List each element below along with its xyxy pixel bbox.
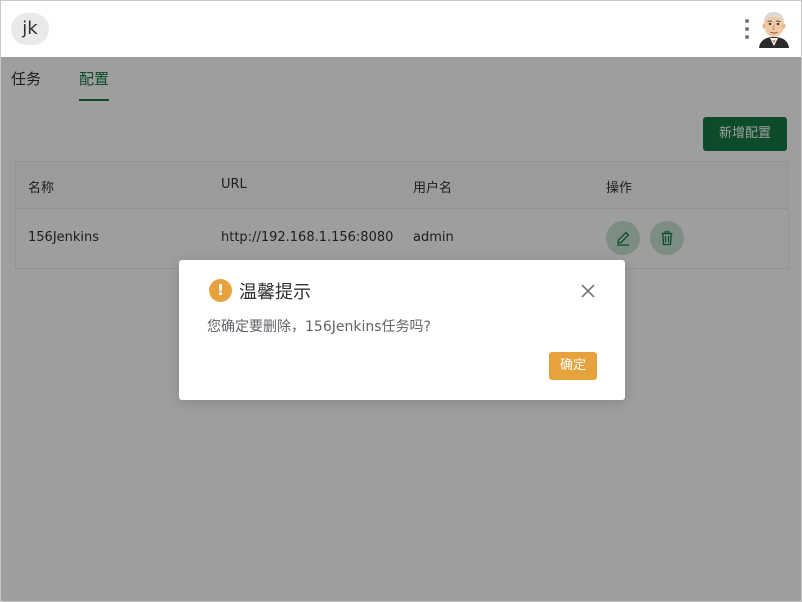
app-window: jk 任务 配置 新增配置 名称 URL 用户名 操作 156Jenkins h… (0, 0, 802, 602)
top-header: jk (1, 1, 801, 57)
app-logo[interactable]: jk (11, 13, 49, 45)
dialog-message: 您确定要删除，156Jenkins任务吗? (207, 319, 431, 335)
vertical-ellipsis-icon[interactable] (743, 17, 751, 43)
close-icon[interactable] (579, 282, 597, 300)
dialog-title: 温馨提示 (239, 282, 311, 303)
avatar[interactable] (755, 10, 793, 48)
jenkins-avatar-icon (759, 12, 789, 48)
confirm-button[interactable]: 确定 (549, 352, 597, 380)
warning-icon: ! (209, 279, 232, 302)
confirm-dialog: ! 温馨提示 您确定要删除，156Jenkins任务吗? 确定 (179, 260, 625, 400)
